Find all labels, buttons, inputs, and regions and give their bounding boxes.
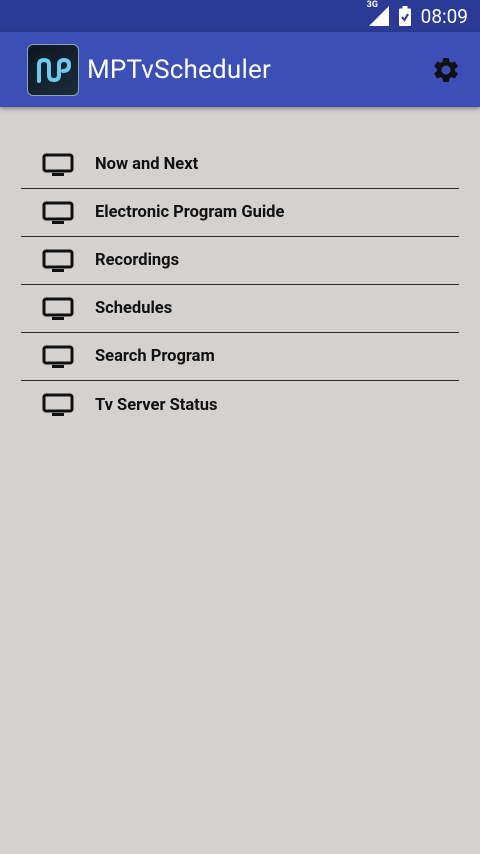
main-menu: Now and Next Electronic Program Guide Re… [21,141,459,429]
menu-item-label: Now and Next [95,155,199,174]
menu-item-label: Tv Server Status [95,395,218,415]
app-title: MPTvScheduler [87,54,271,85]
menu-item-recordings[interactable]: Recordings [21,237,459,285]
battery-icon [398,6,411,26]
signal-icon: 3G [367,0,389,26]
menu-item-label: Schedules [95,299,173,318]
menu-item-label: Recordings [95,251,180,270]
app-logo-icon [27,43,79,96]
tv-icon [42,249,74,273]
menu-item-now-and-next[interactable]: Now and Next [21,141,459,189]
menu-item-electronic-program-guide[interactable]: Electronic Program Guide [21,189,459,237]
tv-icon [42,297,74,321]
menu-item-label: Search Program [95,347,215,366]
status-time: 08:09 [420,4,468,28]
app-bar: MPTvScheduler [0,32,480,107]
status-bar: 3G 08:09 [0,0,480,32]
menu-item-tv-server-status[interactable]: Tv Server Status [21,381,459,429]
menu-item-label: Electronic Program Guide [95,203,285,222]
settings-gear-icon[interactable] [430,54,462,86]
menu-item-search-program[interactable]: Search Program [21,333,459,381]
tv-icon [42,345,74,369]
menu-item-schedules[interactable]: Schedules [21,285,459,333]
tv-icon [42,201,74,225]
network-type-label: 3G [366,0,378,10]
tv-icon [42,153,74,177]
tv-icon [42,393,74,417]
